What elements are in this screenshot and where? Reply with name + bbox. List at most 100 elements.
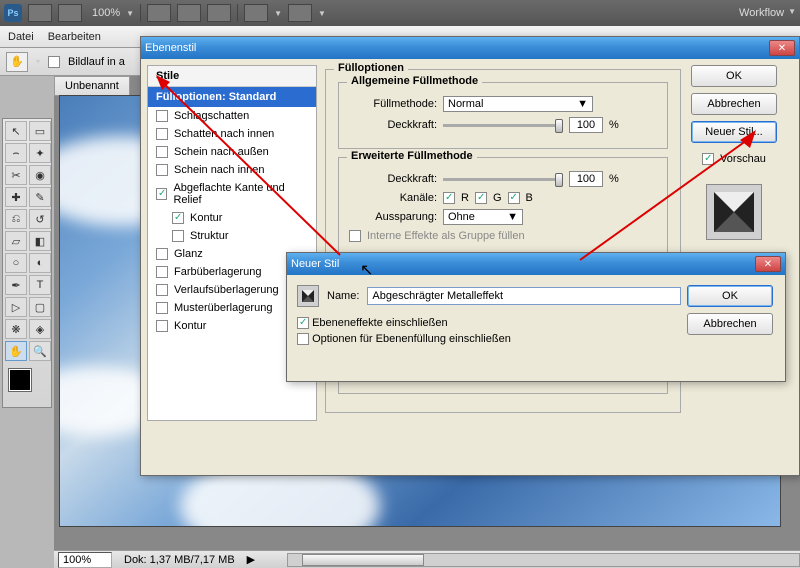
knockout-label: Aussparung: [349,211,437,223]
layer-style-title: Ebenenstil [145,42,196,54]
style-checkbox[interactable] [156,110,168,122]
stamp-tool[interactable]: ⎌ [5,209,27,229]
style-checkbox[interactable] [156,128,168,140]
channels-label: Kanäle: [349,192,437,204]
brush-tool[interactable]: ✎ [29,187,51,207]
styles-header[interactable]: Stile [148,66,316,87]
fill-opacity-slider[interactable] [443,178,563,181]
style-item[interactable]: Schatten nach innen [148,125,316,143]
document-tab[interactable]: Unbenannt [54,76,130,96]
blending-options-item[interactable]: Fülloptionen: Standard [148,87,316,107]
history-brush-tool[interactable]: ↺ [29,209,51,229]
ok-button[interactable]: OK [691,65,777,87]
style-checkbox[interactable] [156,320,168,332]
include-effects-checkbox[interactable] [297,317,309,329]
hand-icon[interactable]: ✋ [6,52,28,72]
style-checkbox[interactable] [156,284,168,296]
launch-bridge-button[interactable] [28,4,52,22]
shape-tool[interactable]: ▢ [29,297,51,317]
zoom-level[interactable]: 100% [92,7,120,19]
blur-tool[interactable]: ○ [5,253,27,273]
pen-tool[interactable]: ✒ [5,275,27,295]
channel-g-checkbox[interactable] [475,192,487,204]
color-swatches[interactable] [5,367,51,405]
scroll-all-label: Bildlauf in a [68,56,125,68]
horizontal-scrollbar[interactable] [287,553,800,567]
photoshop-logo: Ps [4,4,22,22]
style-checkbox[interactable] [156,302,168,314]
style-item[interactable]: Kontur [148,209,316,227]
include-blend-checkbox[interactable] [297,333,309,345]
gradient-tool[interactable]: ◧ [29,231,51,251]
style-item[interactable]: Struktur [148,227,316,245]
opacity-label: Deckkraft: [349,119,437,131]
preview-checkbox[interactable] [702,153,714,165]
cancel-button[interactable]: Abbrechen [687,313,773,335]
blend-mode-label: Füllmethode: [349,98,437,110]
tool-palette: ↖ ▭ ⌢ ✦ ✂ ◉ ✚ ✎ ⎌ ↺ ▱ ◧ ○ ◐ ✒ T ▷ ▢ ❋ ◈ … [2,118,52,408]
type-tool[interactable]: T [29,275,51,295]
new-style-button[interactable]: Neuer Stil... [691,121,777,143]
style-item[interactable]: Schein nach außen [148,143,316,161]
zoom-tool[interactable]: 🔍 [29,341,51,361]
workspace-switcher[interactable]: Workflow [739,7,784,19]
scroll-all-checkbox[interactable] [48,56,60,68]
style-item-label: Kontur [190,212,222,224]
style-item-label: Glanz [174,248,203,260]
layer-style-titlebar[interactable]: Ebenenstil ✕ [141,37,799,59]
channel-b-checkbox[interactable] [508,192,520,204]
eraser-tool[interactable]: ▱ [5,231,27,251]
dodge-tool[interactable]: ◐ [29,253,51,273]
zoom-tool-button[interactable] [177,4,201,22]
doc-info: Dok: 1,37 MB/7,17 MB [124,554,235,566]
lasso-tool[interactable]: ⌢ [5,143,27,163]
style-checkbox[interactable] [172,212,184,224]
name-input[interactable]: Abgeschrägter Metalleffekt [367,287,681,305]
blend-mode-select[interactable]: Normal▼ [443,96,593,112]
view-extras-button[interactable] [58,4,82,22]
crop-tool[interactable]: ✂ [5,165,27,185]
ok-button[interactable]: OK [687,285,773,307]
knockout-select[interactable]: Ohne▼ [443,209,523,225]
style-checkbox[interactable] [156,164,168,176]
style-checkbox[interactable] [172,230,184,242]
style-item[interactable]: Abgeflachte Kante und Relief [148,179,316,209]
channel-r-checkbox[interactable] [443,192,455,204]
cancel-button[interactable]: Abbrechen [691,93,777,115]
arrange-documents-button[interactable] [244,4,268,22]
opacity-slider[interactable] [443,124,563,127]
rotate-view-button[interactable] [207,4,231,22]
blend-interior-checkbox[interactable] [349,230,361,242]
new-style-title: Neuer Stil [291,258,339,270]
menu-file[interactable]: Datei [8,31,34,43]
style-item[interactable]: Schlagschatten [148,107,316,125]
style-item-label: Kontur [174,320,206,332]
style-checkbox[interactable] [156,266,168,278]
style-checkbox[interactable] [156,188,167,200]
close-icon[interactable]: ✕ [755,256,781,272]
style-checkbox[interactable] [156,146,168,158]
wand-tool[interactable]: ✦ [29,143,51,163]
name-label: Name: [327,290,359,302]
heal-tool[interactable]: ✚ [5,187,27,207]
move-tool[interactable]: ↖ [5,121,27,141]
opacity-value[interactable]: 100 [569,117,603,133]
hand-tool[interactable]: ✋ [5,341,27,361]
close-icon[interactable]: ✕ [769,40,795,56]
marquee-tool[interactable]: ▭ [29,121,51,141]
fill-opacity-value[interactable]: 100 [569,171,603,187]
hand-tool-button[interactable] [147,4,171,22]
zoom-field[interactable]: 100% [58,552,112,568]
3d-camera-tool[interactable]: ◈ [29,319,51,339]
style-checkbox[interactable] [156,248,168,260]
path-tool[interactable]: ▷ [5,297,27,317]
fill-opacity-label: Deckkraft: [349,173,437,185]
style-item-label: Farbüberlagerung [174,266,261,278]
screen-mode-button[interactable] [288,4,312,22]
blend-interior-label: Interne Effekte als Gruppe füllen [367,230,525,242]
style-item[interactable]: Schein nach innen [148,161,316,179]
3d-tool[interactable]: ❋ [5,319,27,339]
menu-edit[interactable]: Bearbeiten [48,31,101,43]
eyedropper-tool[interactable]: ◉ [29,165,51,185]
style-preview [706,184,762,240]
